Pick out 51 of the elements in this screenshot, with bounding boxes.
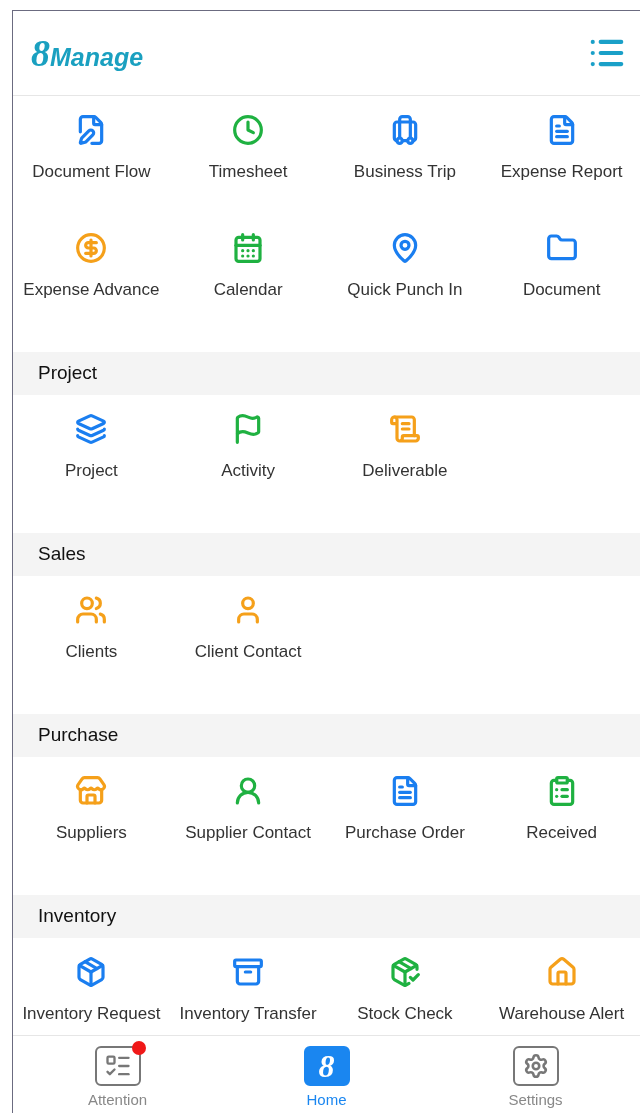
app-label: Quick Punch In <box>347 279 463 301</box>
app-tile[interactable]: Inventory Transfer <box>169 938 327 1035</box>
app-tile[interactable]: Received <box>483 757 640 875</box>
app-tile[interactable]: Timesheet <box>169 96 327 214</box>
app-tile[interactable]: Expense Report <box>483 96 640 214</box>
nav-tab[interactable]: Attention <box>13 1036 222 1113</box>
app-label: Stock Check <box>357 1003 453 1025</box>
app-tile[interactable]: Activity <box>169 395 327 513</box>
app-label: Activity <box>221 460 276 482</box>
app-label: Document <box>522 279 601 301</box>
app-label: Supplier Contact <box>185 822 311 844</box>
app-label: Client Contact <box>194 641 302 663</box>
app-tile[interactable]: Business Trip <box>326 96 484 214</box>
app-tile[interactable]: Project <box>13 395 170 513</box>
app-label: Document Flow <box>32 161 151 183</box>
section-header: Purchase <box>13 714 640 757</box>
settings-icon <box>522 1053 549 1079</box>
app-label: Business Trip <box>353 161 456 183</box>
app-tile[interactable]: Quick Punch In <box>326 214 484 332</box>
app-tile[interactable]: Purchase Order <box>326 757 484 875</box>
app-label: Inventory Transfer <box>179 1003 317 1025</box>
app-tile[interactable]: Expense Advance <box>13 214 170 332</box>
app-tile[interactable]: Supplier Contact <box>169 757 327 875</box>
app-label: Expense Report <box>500 161 623 183</box>
app-label: Purchase Order <box>344 822 465 844</box>
app-tile[interactable]: Clients <box>13 576 170 694</box>
app-label: Warehouse Alert <box>499 1003 625 1025</box>
app-label: Expense Advance <box>23 279 160 301</box>
section-header: Project <box>13 352 640 395</box>
nav-tab[interactable]: Settings <box>431 1036 640 1113</box>
app-tile[interactable]: Document Flow <box>13 96 170 214</box>
app-label: Suppliers <box>55 822 127 844</box>
section-header: Sales <box>13 533 640 576</box>
app-tile[interactable]: Stock Check <box>326 938 484 1035</box>
app-tile[interactable]: Inventory Request <box>13 938 170 1035</box>
app-label: Timesheet <box>208 161 288 183</box>
app-label: Inventory Request <box>22 1003 161 1025</box>
nav-tab[interactable]: 8 Home <box>222 1036 431 1113</box>
app-tile[interactable]: Suppliers <box>13 757 170 875</box>
app-tile[interactable]: Document <box>483 214 640 332</box>
app-label: Calendar <box>213 279 283 301</box>
app-label: Project <box>64 460 118 482</box>
logo: 8Manage <box>31 34 144 72</box>
app-tile[interactable]: Client Contact <box>169 576 327 694</box>
section-header: Inventory <box>13 895 640 938</box>
app-label: Clients <box>65 641 118 663</box>
app-label: Received <box>526 822 598 844</box>
app-tile[interactable]: Calendar <box>169 214 327 332</box>
app-tile[interactable]: Warehouse Alert <box>483 938 640 1035</box>
app-label: Deliverable <box>362 460 448 482</box>
app-tile[interactable]: Deliverable <box>326 395 484 513</box>
